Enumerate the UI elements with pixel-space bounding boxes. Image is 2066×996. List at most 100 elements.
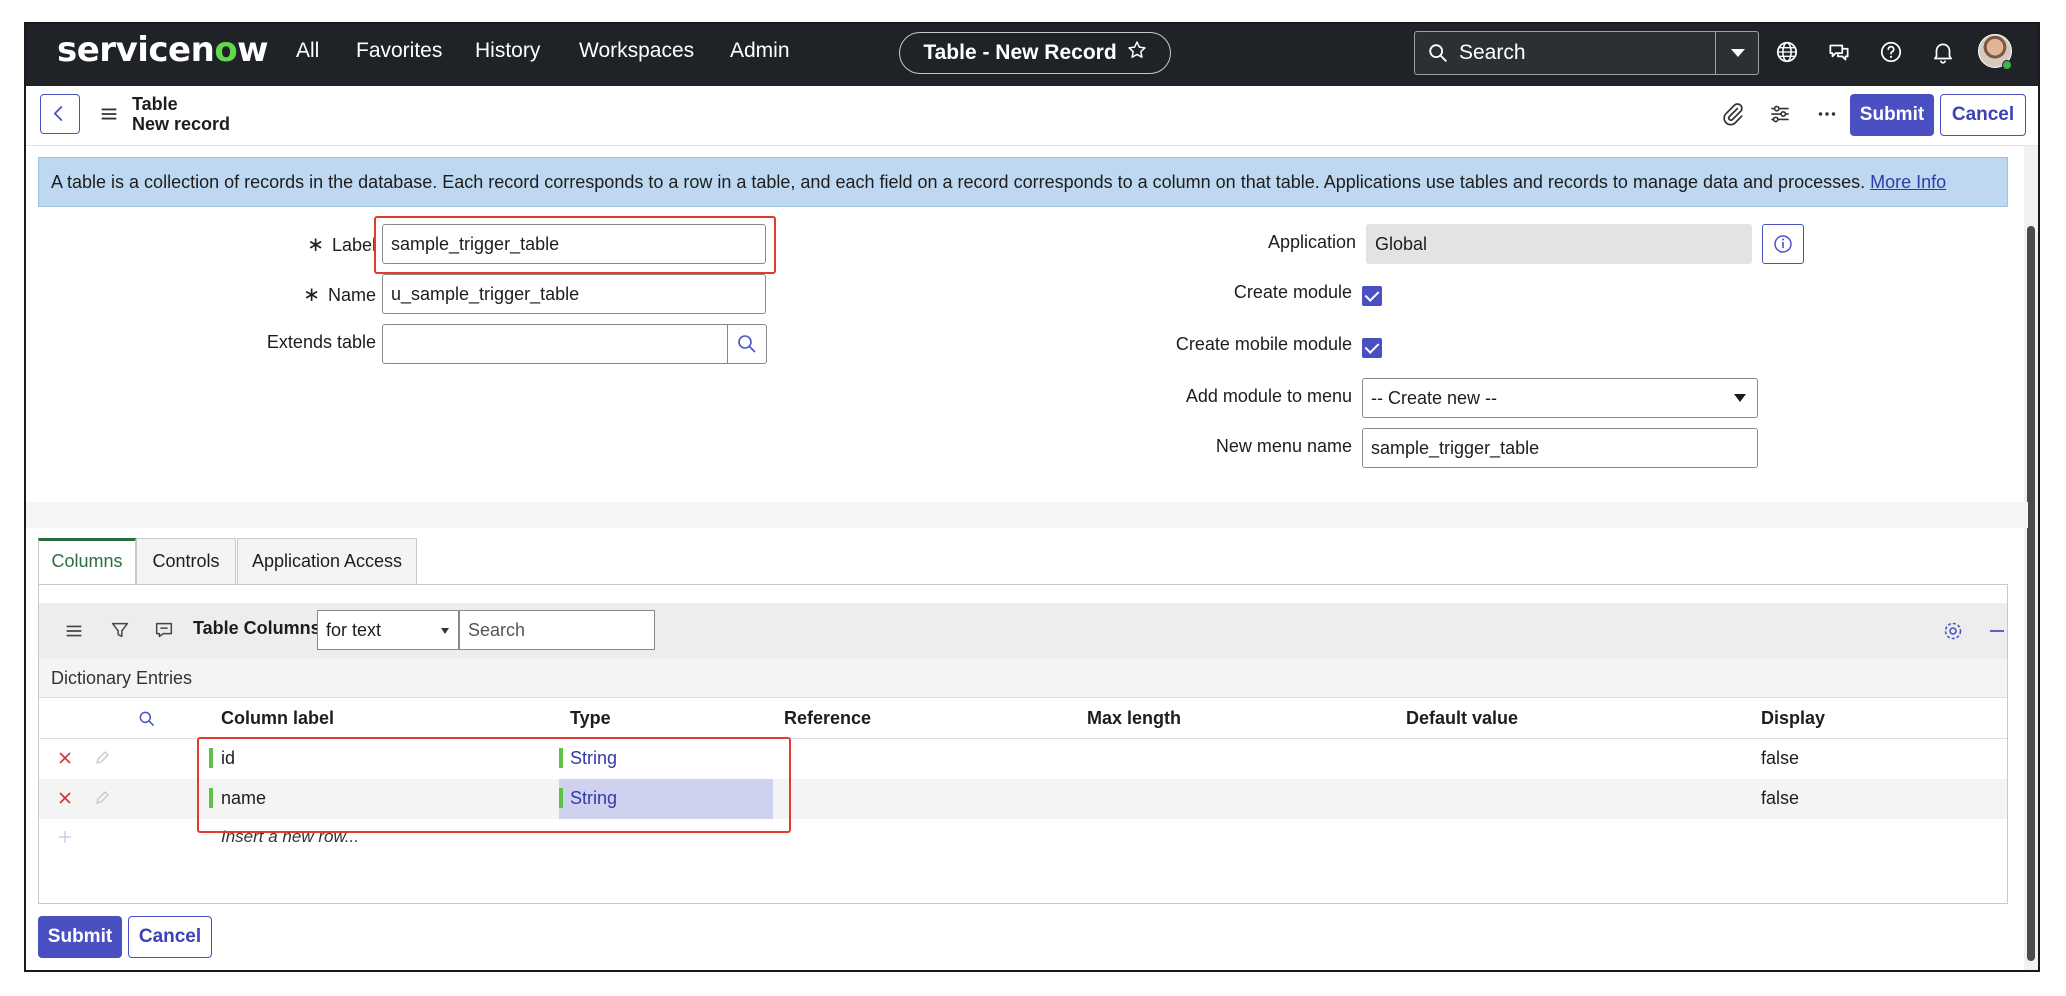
chevron-left-icon bbox=[53, 106, 63, 121]
collapse-icon[interactable] bbox=[1985, 619, 2009, 648]
header-submit-button[interactable]: Submit bbox=[1850, 94, 1934, 136]
header-type[interactable]: Type bbox=[570, 708, 611, 729]
banner-text: A table is a collection of records in th… bbox=[51, 172, 1866, 192]
form-title-table: Table bbox=[132, 94, 178, 114]
back-button[interactable] bbox=[40, 94, 80, 134]
filter-select-value: for text bbox=[326, 620, 382, 640]
delete-row-icon[interactable] bbox=[57, 750, 73, 771]
changed-indicator bbox=[559, 788, 563, 808]
name-field-label: ∗ Name bbox=[303, 284, 376, 306]
vertical-scrollbar[interactable] bbox=[2024, 146, 2038, 970]
add-module-selected: -- Create new -- bbox=[1371, 388, 1498, 408]
changed-indicator bbox=[209, 788, 213, 808]
header-max-length[interactable]: Max length bbox=[1087, 708, 1181, 729]
edit-row-icon[interactable] bbox=[93, 789, 111, 812]
global-search-input[interactable]: Search bbox=[1414, 31, 1736, 75]
required-icon: ∗ bbox=[303, 284, 320, 306]
cell-column-label[interactable]: id bbox=[221, 748, 235, 769]
delete-row-icon[interactable] bbox=[57, 790, 73, 811]
required-icon: ∗ bbox=[307, 234, 324, 256]
edit-row-icon[interactable] bbox=[93, 749, 111, 772]
caret-down-icon bbox=[1734, 394, 1746, 402]
application-label: Application bbox=[1267, 232, 1356, 252]
info-icon bbox=[1774, 235, 1792, 253]
nav-favorites[interactable]: Favorites bbox=[356, 39, 442, 63]
table-row: id String false bbox=[39, 739, 2007, 779]
context-menu-icon[interactable] bbox=[98, 103, 120, 130]
application-info-button[interactable] bbox=[1762, 224, 1804, 264]
list-menu-icon[interactable] bbox=[63, 620, 85, 647]
caret-down-icon bbox=[441, 628, 449, 634]
nav-history[interactable]: History bbox=[475, 39, 540, 63]
globe-icon[interactable] bbox=[1774, 39, 1800, 65]
add-module-select[interactable]: -- Create new -- bbox=[1362, 378, 1758, 418]
record-title: Table - New Record bbox=[923, 41, 1117, 64]
dictionary-entries-label: Dictionary Entries bbox=[39, 659, 2007, 697]
star-icon[interactable] bbox=[1127, 40, 1147, 66]
scrollbar-thumb[interactable] bbox=[2027, 226, 2035, 961]
list-search-input[interactable]: Search bbox=[459, 610, 655, 650]
tab-application-access[interactable]: Application Access bbox=[237, 538, 417, 584]
footer-submit-button[interactable]: Submit bbox=[38, 916, 122, 958]
tab-columns[interactable]: Columns bbox=[38, 538, 136, 584]
extends-table-lookup-button[interactable] bbox=[727, 324, 767, 364]
info-banner: A table is a collection of records in th… bbox=[38, 157, 2008, 207]
cell-column-label[interactable]: name bbox=[221, 788, 266, 809]
new-menu-name-input[interactable]: sample_trigger_table bbox=[1362, 428, 1758, 468]
nav-all[interactable]: All bbox=[296, 39, 319, 63]
more-info-link[interactable]: More Info bbox=[1870, 172, 1946, 192]
search-scope-dropdown[interactable] bbox=[1715, 31, 1759, 75]
extends-table-label: Extends table bbox=[266, 332, 376, 352]
new-menu-name-label: New menu name bbox=[1215, 436, 1352, 456]
label-input[interactable]: sample_trigger_table bbox=[382, 224, 766, 264]
chat-icon[interactable] bbox=[1826, 39, 1852, 65]
list-filter-select[interactable]: for text bbox=[317, 610, 459, 650]
search-placeholder: Search bbox=[1459, 41, 1526, 64]
header-display[interactable]: Display bbox=[1761, 708, 1825, 729]
servicenow-logo[interactable]: servicenow bbox=[57, 30, 269, 70]
header-default-value[interactable]: Default value bbox=[1406, 708, 1518, 729]
label-field-label: ∗ Label bbox=[307, 234, 376, 256]
filter-icon[interactable] bbox=[109, 619, 131, 646]
add-row-icon[interactable] bbox=[57, 829, 73, 850]
help-icon[interactable] bbox=[1878, 39, 1904, 65]
table-header: Column label Type Reference Max length D… bbox=[39, 697, 2007, 739]
top-nav: servicenow All Favorites History Workspa… bbox=[26, 24, 2038, 86]
list-title: Table Columns bbox=[193, 618, 321, 638]
paperclip-icon[interactable] bbox=[1720, 101, 1746, 127]
create-module-label: Create module bbox=[1233, 282, 1352, 302]
more-options-icon[interactable] bbox=[1814, 101, 1840, 127]
caret-down-icon bbox=[1731, 49, 1745, 57]
footer-cancel-button[interactable]: Cancel bbox=[128, 916, 212, 958]
insert-new-row[interactable]: Insert a new row... bbox=[221, 827, 359, 847]
nav-workspaces[interactable]: Workspaces bbox=[579, 39, 694, 63]
record-title-pill[interactable]: Table - New Record bbox=[899, 32, 1171, 74]
form-title: Table New record bbox=[132, 94, 230, 134]
tab-controls[interactable]: Controls bbox=[136, 538, 236, 584]
header-reference[interactable]: Reference bbox=[784, 708, 871, 729]
form-header: Table New record Submit Cancel bbox=[26, 86, 2038, 146]
cell-display[interactable]: false bbox=[1761, 748, 1799, 769]
extends-table-input[interactable] bbox=[382, 324, 728, 364]
column-search-icon[interactable] bbox=[137, 709, 157, 734]
cell-type[interactable]: String bbox=[570, 748, 617, 769]
name-input[interactable]: u_sample_trigger_table bbox=[382, 274, 766, 314]
settings-sliders-icon[interactable] bbox=[1767, 101, 1793, 127]
bell-icon[interactable] bbox=[1930, 39, 1956, 65]
nav-admin[interactable]: Admin bbox=[730, 39, 790, 63]
create-module-checkbox[interactable] bbox=[1362, 286, 1382, 306]
comment-icon[interactable] bbox=[153, 619, 175, 646]
list-toolbar: Table Columns for text Search bbox=[39, 603, 2007, 659]
cell-type[interactable]: String bbox=[570, 788, 617, 809]
add-module-label: Add module to menu bbox=[1185, 386, 1352, 406]
create-mobile-module-checkbox[interactable] bbox=[1362, 338, 1382, 358]
columns-related-list: Table Columns for text Search Dictionary… bbox=[38, 584, 2008, 904]
header-column-label[interactable]: Column label bbox=[221, 708, 334, 729]
cell-display[interactable]: false bbox=[1761, 788, 1799, 809]
changed-indicator bbox=[559, 748, 563, 768]
search-icon bbox=[1427, 42, 1449, 69]
section-divider bbox=[26, 502, 2028, 528]
application-readonly-field: Global bbox=[1366, 224, 1752, 264]
gear-icon[interactable] bbox=[1941, 619, 1965, 648]
header-cancel-button[interactable]: Cancel bbox=[1940, 94, 2026, 136]
